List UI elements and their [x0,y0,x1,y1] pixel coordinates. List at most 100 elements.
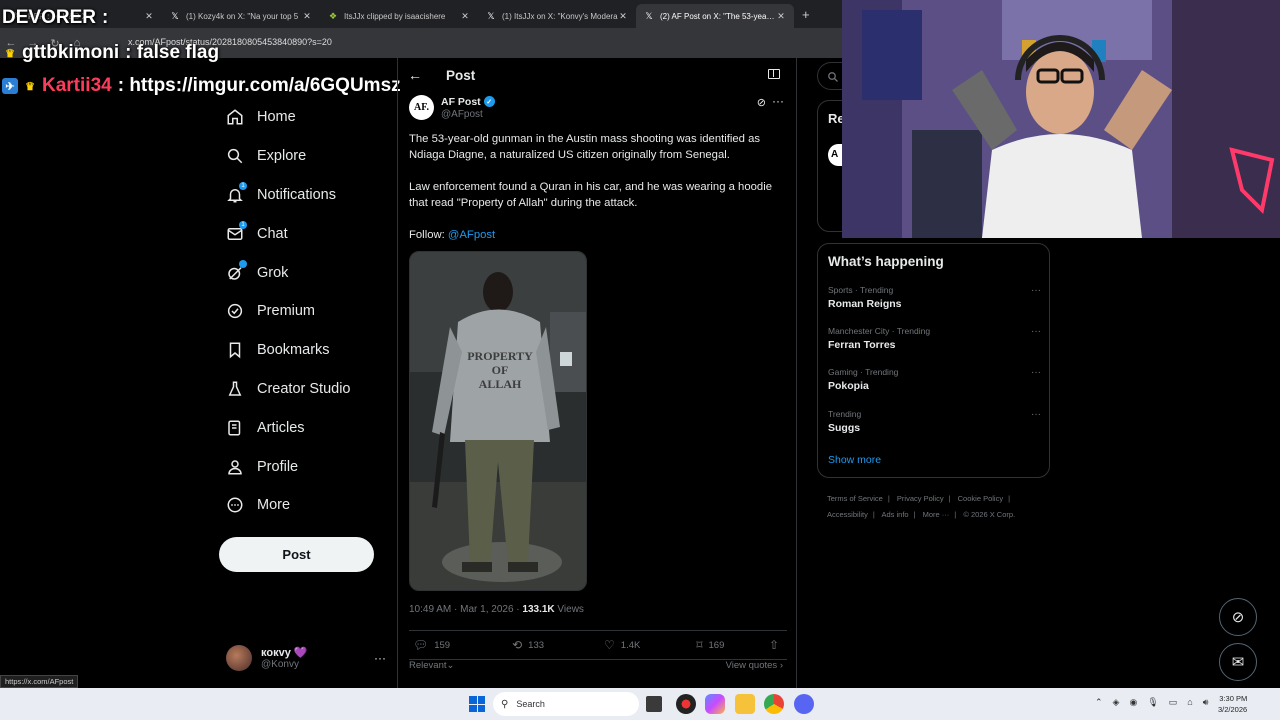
author-handle[interactable]: @AFpost [441,109,495,120]
trend-item[interactable]: Trending Suggs ··· [828,409,1041,434]
nav-item-chat[interactable]: 1 Chat [219,214,389,253]
close-tab-icon[interactable]: ✕ [302,11,312,22]
back-arrow-icon[interactable]: ← [408,67,422,83]
new-tab-button[interactable]: + [802,7,810,22]
nav-item-home[interactable]: Home [219,98,389,137]
nav-item-more[interactable]: More [219,486,389,525]
tray-app-icon[interactable]: ◈ [1113,697,1120,708]
chat-text: false flag [136,42,220,63]
flask-icon [228,381,242,396]
view-quotes-link[interactable]: View quotes › [726,660,783,671]
taskbar-search[interactable]: ⚲ Search [493,692,639,716]
nav-item-profile[interactable]: Profile [219,447,389,486]
post-timestamp: 10:49 AM · Mar 1, 2026 · 133.1K Views [409,604,584,615]
more-icon[interactable]: ··· [1031,409,1041,420]
close-tab-icon[interactable]: ✕ [460,11,470,22]
chevron-down-icon: ⌄ [446,660,455,671]
mail-icon: ✉ [1231,654,1245,671]
x-icon: 𝕏 [645,11,653,21]
chat-message: ✈ ♛ Kartii34: https://imgur.com/a/6GQUms… [2,75,401,97]
tray-app-icon[interactable]: ◉ [1129,697,1137,708]
messages-float-button[interactable]: ✉ [1219,643,1257,681]
nav-item-articles[interactable]: Articles [219,408,389,447]
trend-item[interactable]: Gaming · Trending Pokopia ··· [828,367,1041,392]
nav-item-premium[interactable]: Premium [219,292,389,331]
obs-app-icon[interactable] [676,694,696,714]
like-button[interactable]: ♡ 1.4K [604,638,640,652]
chrome-app-icon[interactable] [764,694,784,714]
author-avatar[interactable]: AF. [409,95,434,120]
nav-item-bookmarks[interactable]: Bookmarks [219,331,389,370]
close-tab-icon[interactable]: ✕ [144,11,154,22]
copilot-app-icon[interactable] [705,694,725,714]
more-icon[interactable]: ··· [1031,285,1041,296]
footer-link[interactable]: Cookie Policy [958,494,1003,503]
notification-badge: 1 [239,181,247,190]
author-name[interactable]: AF Post [441,96,481,108]
reader-mode-icon[interactable] [768,69,780,79]
more-icon[interactable]: ··· [374,651,386,665]
mail-icon: 1 [226,220,247,243]
close-tab-icon[interactable]: ✕ [776,11,786,22]
microphone-icon[interactable]: 🎙︎ [1147,697,1158,708]
volume-icon[interactable]: 🔊︎ [1203,697,1209,708]
more-icon[interactable]: ··· [1031,367,1041,378]
taskbar-clock[interactable]: 3:30 PM 3/2/2026 [1218,693,1247,715]
whats-happening-title: What’s happening [828,254,944,269]
verified-icon: ✓ [483,96,495,107]
browser-tab[interactable]: 𝕏 (1) Kozy4k on X: "Na your top 5 ✕ [162,4,320,28]
windows-start-icon[interactable] [469,696,485,712]
post-paragraph: The 53-year-old gunman in the Austin mas… [409,133,761,161]
browser-tab[interactable]: ❖ ItsJJx clipped by isaacishere ✕ [320,4,478,28]
chat-message: DEVORER: [2,7,109,28]
nav-item-notifications[interactable]: 1 Notifications [219,176,389,215]
network-icon[interactable]: ⌂ [1187,697,1192,708]
share-button[interactable]: ⇧ [769,638,785,652]
chat-badge: 1 [239,220,247,229]
status-bar-url: https://x.com/AFpost [0,675,79,688]
nav-item-explore[interactable]: Explore [219,137,389,176]
footer-link[interactable]: Privacy Policy [897,494,944,503]
show-more-link[interactable]: Show more [828,454,881,466]
suspect-photo: PROPERTY OF ALLAH [410,252,586,590]
footer-link[interactable]: Ads info [881,510,908,519]
mention-link[interactable]: @AFpost [448,229,495,241]
footer-link[interactable]: More ··· [923,510,950,519]
search-icon: ⚲ [501,698,509,710]
streamer-camera [842,0,1280,238]
heart-icon: ♡ [604,638,615,652]
browser-tab[interactable]: 𝕏 (1) ItsJJx on X: "Konvy's Modera ✕ [478,4,636,28]
nav-item-creator-studio[interactable]: Creator Studio [219,370,389,409]
chevron-up-icon[interactable]: ⌃ [1095,697,1103,708]
bookmark-button[interactable]: ⌑ 169 [696,638,724,652]
reply-button[interactable]: 💬︎ 159 [413,638,450,652]
chat-message: ♛ gttbkimoni: false flag [2,42,219,64]
share-icon: ⇧ [768,638,779,652]
premium-icon [227,304,243,319]
crown-badge-icon: ♛ [5,47,15,60]
nav-item-grok[interactable]: Grok [219,253,389,292]
account-switcher[interactable]: кокvy 💜 @Konvy ··· [226,642,386,674]
browser-tab-active[interactable]: 𝕏 (2) AF Post on X: "The 53-year-o ✕ [636,4,794,28]
discord-app-icon[interactable] [794,694,814,714]
grok-float-button[interactable]: ⊘ [1219,598,1257,636]
post-image[interactable]: PROPERTY OF ALLAH [409,251,587,591]
footer-link[interactable]: Accessibility [827,510,868,519]
more-icon[interactable]: ··· [1031,326,1041,337]
file-explorer-icon[interactable] [735,694,755,714]
post-more-icon[interactable]: ··· [772,94,784,108]
footer-link[interactable]: Terms of Service [827,494,883,503]
display-icon[interactable]: ▭ [1169,697,1178,708]
crown-badge-icon: ♛ [25,80,35,93]
webcam-overlay [842,0,1280,238]
terminal-app-icon[interactable] [646,696,662,712]
grok-explain-icon[interactable]: ⊘ [757,96,766,109]
reply-sort-dropdown[interactable]: Relevant⌄ [409,660,454,671]
close-tab-icon[interactable]: ✕ [618,11,628,22]
repost-button[interactable]: ⟲ 133 [512,638,544,652]
compose-post-button[interactable]: Post [219,537,374,572]
trend-item[interactable]: Sports · Trending Roman Reigns ··· [828,285,1041,310]
bookmark-icon: ⌑ [696,638,703,652]
trend-item[interactable]: Manchester City · Trending Ferran Torres… [828,326,1041,351]
bell-icon: 1 [226,181,247,204]
